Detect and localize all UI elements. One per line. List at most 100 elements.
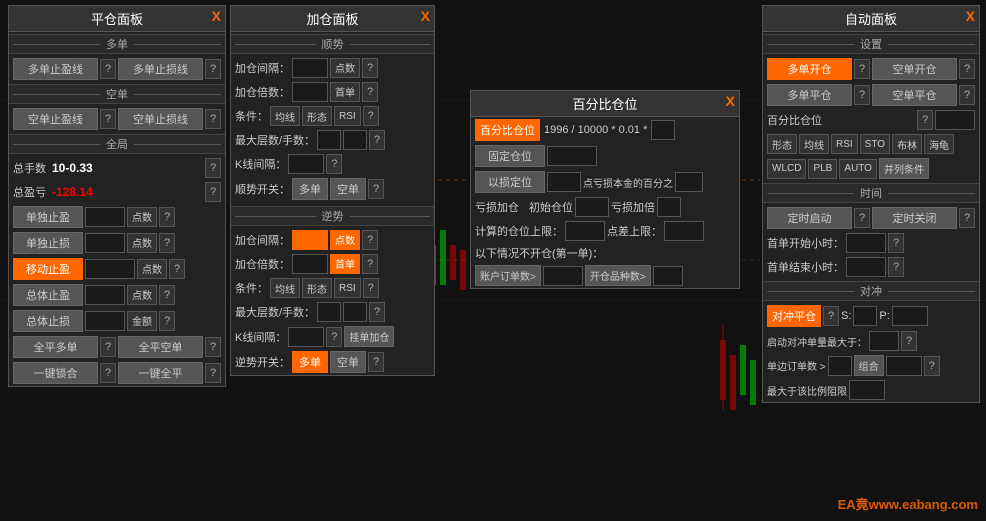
btn-zongti-zhiying[interactable]: 总体止盈 xyxy=(13,284,83,306)
btn-duichong-ping[interactable]: 对冲平仓 xyxy=(767,305,821,327)
question-zongti-zhiying[interactable]: ? xyxy=(159,285,175,305)
btn-junxian-ni[interactable]: 均线 xyxy=(270,278,300,298)
question-qidong-duichong[interactable]: ? xyxy=(901,331,917,351)
btn-haigu-auto[interactable]: 海龟 xyxy=(924,134,954,154)
btn-nishi-duo[interactable]: 多单 xyxy=(292,351,328,373)
question-kong-ping[interactable]: ? xyxy=(959,85,975,105)
input-zuhe[interactable]: 0.28 xyxy=(886,356,922,376)
btn-quanping-kong[interactable]: 全平空单 xyxy=(118,336,203,358)
unit-zongti-zhiying[interactable]: 点数 xyxy=(127,285,157,305)
btn-shunshi-duo[interactable]: 多单 xyxy=(292,178,328,200)
input-gudingcangwei[interactable]: 0.01 xyxy=(547,146,597,166)
btn-zuhe[interactable]: 组合 xyxy=(854,355,884,376)
input-dianchashangxian[interactable]: 8888 xyxy=(664,221,704,241)
input-zhanghu[interactable]: 888 xyxy=(543,266,583,286)
btn-plb[interactable]: PLB xyxy=(808,159,837,179)
btn-kong-kaicang[interactable]: 空单开仓 xyxy=(872,58,957,80)
question-danzhi-zhiying[interactable]: ? xyxy=(159,207,175,227)
input-jiabei-ni[interactable]: 1.3 xyxy=(292,254,328,274)
question-baifenbi-auto[interactable]: ? xyxy=(917,110,933,130)
btn-danzhi-zhiying[interactable]: 单独止盈 xyxy=(13,206,83,228)
btn-xingzhuang-auto[interactable]: 形态 xyxy=(767,134,797,154)
btn-rsi-shun[interactable]: RSI xyxy=(334,106,361,126)
unit-danzhi-zhiying[interactable]: 点数 xyxy=(127,207,157,227)
question-zongsunyi[interactable]: ? xyxy=(205,182,221,202)
question-shouchan-jieshu[interactable]: ? xyxy=(888,257,904,277)
input-kxian-ni[interactable]: 0 xyxy=(288,327,324,347)
btn-zongti-zhisun[interactable]: 总体止损 xyxy=(13,310,83,332)
question-jiabei-shun[interactable]: ? xyxy=(362,82,378,102)
input-maxshu-shun[interactable]: 2 xyxy=(343,130,367,150)
input-jiajian-shun[interactable]: 150 xyxy=(292,58,328,78)
input-jiabei-shun[interactable]: 1.3 xyxy=(292,82,328,102)
btn-duo-ping[interactable]: 多单平仓 xyxy=(767,84,852,106)
question-duo-zhiying[interactable]: ? xyxy=(100,59,116,79)
unit-jiabei-ni[interactable]: 首单 xyxy=(330,254,360,274)
question-maxceng-shun[interactable]: ? xyxy=(369,130,385,150)
input-shouchan-jieshu[interactable]: 24 xyxy=(846,257,886,277)
question-danzhi-zhisun[interactable]: ? xyxy=(159,233,175,253)
question-kong-kaicang[interactable]: ? xyxy=(959,59,975,79)
input-zongti-zhisun[interactable]: 100 xyxy=(85,311,125,331)
question-duo-zhisun[interactable]: ? xyxy=(205,59,221,79)
input-baifenbi-auto[interactable]: 0.01 xyxy=(935,110,975,130)
question-zongti-zhisun[interactable]: ? xyxy=(159,311,175,331)
question-kaiguan-shun[interactable]: ? xyxy=(368,179,384,199)
btn-yisuandingwei[interactable]: 以损定位 xyxy=(475,171,545,193)
unit-danzhi-zhisun[interactable]: 点数 xyxy=(127,233,157,253)
question-kong-zhiying[interactable]: ? xyxy=(100,109,116,129)
input-zuida[interactable]: 30 xyxy=(849,380,885,400)
input-danbian[interactable]: 88 xyxy=(828,356,852,376)
question-duichong-ping[interactable]: ? xyxy=(823,306,839,326)
unit-jiabei-shun[interactable]: 首单 xyxy=(330,82,360,102)
input-maxshu-ni[interactable]: 2 xyxy=(343,302,367,322)
btn-junxian-auto[interactable]: 均线 xyxy=(799,134,829,154)
unit-jiajian-ni[interactable]: 点数 xyxy=(330,230,360,250)
input-jiajian-ni[interactable]: 150 xyxy=(292,230,328,250)
input-yisuan2[interactable]: 1.5 xyxy=(675,172,703,192)
btn-yijian-quanping[interactable]: 一键全平 xyxy=(118,362,203,384)
input-yisuan1[interactable]: 300 xyxy=(547,172,581,192)
btn-auto-strat[interactable]: AUTO xyxy=(839,159,877,179)
btn-rsi-auto[interactable]: RSI xyxy=(831,134,858,154)
btn-sto-auto[interactable]: STO xyxy=(860,134,890,154)
btn-yidong[interactable]: 移动止盈 xyxy=(13,258,83,280)
question-maxceng-ni[interactable]: ? xyxy=(369,302,385,322)
input-multiplier[interactable]: 3 xyxy=(651,120,675,140)
question-jiajian-shun[interactable]: ? xyxy=(362,58,378,78)
btn-duo-kaicang[interactable]: 多单开仓 xyxy=(767,58,852,80)
btn-kong-zhiying[interactable]: 空单止盈线 xyxy=(13,108,98,130)
question-yidong[interactable]: ? xyxy=(169,259,185,279)
question-kxian-ni[interactable]: ? xyxy=(326,327,342,347)
question-dingshi-guanbi[interactable]: ? xyxy=(959,208,975,228)
btn-kong-zhisun[interactable]: 空单止损线 xyxy=(118,108,203,130)
input-jisuanshangxian[interactable]: 1888 xyxy=(565,221,605,241)
btn-duo-zhisun[interactable]: 多单止损线 xyxy=(118,58,203,80)
question-duo-ping[interactable]: ? xyxy=(854,85,870,105)
question-zongheshu[interactable]: ? xyxy=(205,158,221,178)
btn-zhanghu[interactable]: 账户订单数> xyxy=(475,265,541,286)
btn-rsi-ni[interactable]: RSI xyxy=(334,278,361,298)
btn-junxian-shun[interactable]: 均线 xyxy=(270,106,300,126)
question-tiaojian-ni[interactable]: ? xyxy=(363,278,379,298)
btn-binglie[interactable]: 并列条件 xyxy=(879,158,929,179)
question-kaiguan-ni[interactable]: ? xyxy=(368,352,384,372)
btn-nishi-kong[interactable]: 空单 xyxy=(330,351,366,373)
question-yijian-suohe[interactable]: ? xyxy=(100,363,116,383)
question-tiaojian-shun[interactable]: ? xyxy=(363,106,379,126)
question-quanping-duo[interactable]: ? xyxy=(100,337,116,357)
question-kong-zhisun[interactable]: ? xyxy=(205,109,221,129)
btn-dingshi-guanbi[interactable]: 定时关闭 xyxy=(872,207,957,229)
btn-dingshi-qidong[interactable]: 定时启动 xyxy=(767,207,852,229)
panel-pingcang-close[interactable]: X xyxy=(212,8,221,24)
question-jiajian-ni[interactable]: ? xyxy=(362,230,378,250)
input-p[interactable]: 300 xyxy=(892,306,928,326)
btn-guajia[interactable]: 挂单加仓 xyxy=(344,326,394,347)
input-maxceng-ni[interactable]: 9 xyxy=(317,302,341,322)
question-kxian-shun[interactable]: ? xyxy=(326,154,342,174)
question-jiabei-ni[interactable]: ? xyxy=(362,254,378,274)
unit-yidong[interactable]: 点数 xyxy=(137,259,167,279)
question-yijian-quanping[interactable]: ? xyxy=(205,363,221,383)
btn-wlcd[interactable]: WLCD xyxy=(767,159,806,179)
btn-duo-zhiying[interactable]: 多单止盈线 xyxy=(13,58,98,80)
